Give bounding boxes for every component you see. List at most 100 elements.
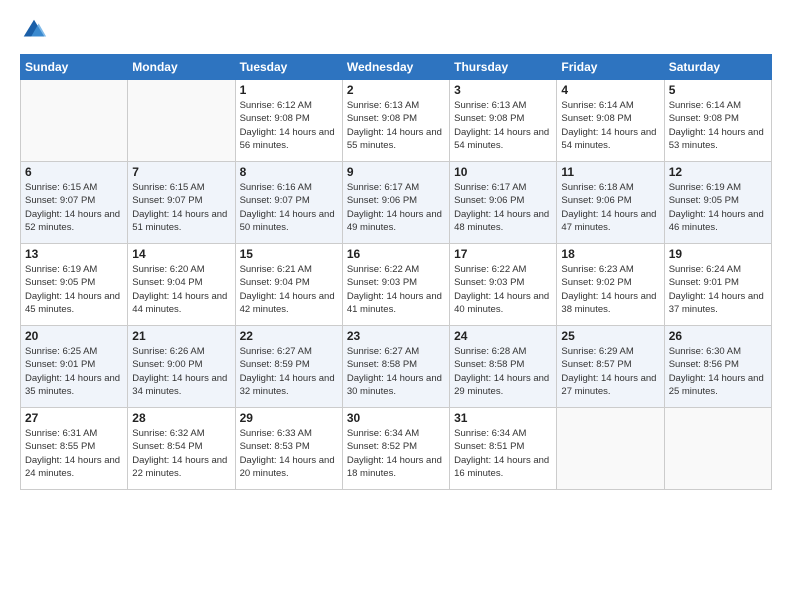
day-info: Sunrise: 6:32 AM Sunset: 8:54 PM Dayligh… — [132, 427, 230, 480]
week-row-1: 1 Sunrise: 6:12 AM Sunset: 9:08 PM Daylig… — [21, 80, 772, 162]
calendar-cell: 2 Sunrise: 6:13 AM Sunset: 9:08 PM Daylig… — [342, 80, 449, 162]
day-info: Sunrise: 6:23 AM Sunset: 9:02 PM Dayligh… — [561, 263, 659, 316]
day-number: 20 — [25, 329, 123, 343]
day-number: 18 — [561, 247, 659, 261]
day-info: Sunrise: 6:27 AM Sunset: 8:59 PM Dayligh… — [240, 345, 338, 398]
calendar-cell: 25 Sunrise: 6:29 AM Sunset: 8:57 PM Dayli… — [557, 326, 664, 408]
calendar-cell: 13 Sunrise: 6:19 AM Sunset: 9:05 PM Dayli… — [21, 244, 128, 326]
day-info: Sunrise: 6:34 AM Sunset: 8:51 PM Dayligh… — [454, 427, 552, 480]
day-number: 24 — [454, 329, 552, 343]
calendar-cell: 15Sunrise: 6:21 AM Sunset: 9:04 PM Dayli… — [235, 244, 342, 326]
day-number: 6 — [25, 165, 123, 179]
day-info: Sunrise: 6:14 AM Sunset: 9:08 PM Dayligh… — [561, 99, 659, 152]
header — [20, 16, 772, 44]
day-info: Sunrise: 6:16 AM Sunset: 9:07 PM Dayligh… — [240, 181, 338, 234]
day-number: 7 — [132, 165, 230, 179]
calendar-cell: 28 Sunrise: 6:32 AM Sunset: 8:54 PM Dayli… — [128, 408, 235, 490]
day-number: 4 — [561, 83, 659, 97]
calendar-cell: 8 Sunrise: 6:16 AM Sunset: 9:07 PM Daylig… — [235, 162, 342, 244]
day-info: Sunrise: 6:20 AM Sunset: 9:04 PM Dayligh… — [132, 263, 230, 316]
day-info: Sunrise: 6:28 AM Sunset: 8:58 PM Dayligh… — [454, 345, 552, 398]
day-number: 11 — [561, 165, 659, 179]
calendar-cell: 7 Sunrise: 6:15 AM Sunset: 9:07 PM Daylig… — [128, 162, 235, 244]
calendar-cell: 27 Sunrise: 6:31 AM Sunset: 8:55 PM Dayli… — [21, 408, 128, 490]
calendar-cell: 9Sunrise: 6:17 AM Sunset: 9:06 PM Daylig… — [342, 162, 449, 244]
day-info: Sunrise: 6:19 AM Sunset: 9:05 PM Dayligh… — [669, 181, 767, 234]
calendar-cell: 22 Sunrise: 6:27 AM Sunset: 8:59 PM Dayli… — [235, 326, 342, 408]
day-number: 16 — [347, 247, 445, 261]
day-number: 13 — [25, 247, 123, 261]
day-info: Sunrise: 6:25 AM Sunset: 9:01 PM Dayligh… — [25, 345, 123, 398]
calendar-cell — [21, 80, 128, 162]
day-number: 29 — [240, 411, 338, 425]
calendar-cell: 16 Sunrise: 6:22 AM Sunset: 9:03 PM Dayli… — [342, 244, 449, 326]
day-info: Sunrise: 6:27 AM Sunset: 8:58 PM Dayligh… — [347, 345, 445, 398]
calendar-cell: 26Sunrise: 6:30 AM Sunset: 8:56 PM Dayli… — [664, 326, 771, 408]
day-number: 15 — [240, 247, 338, 261]
day-info: Sunrise: 6:13 AM Sunset: 9:08 PM Dayligh… — [347, 99, 445, 152]
day-number: 2 — [347, 83, 445, 97]
calendar-cell: 19Sunrise: 6:24 AM Sunset: 9:01 PM Dayli… — [664, 244, 771, 326]
calendar-cell: 12 Sunrise: 6:19 AM Sunset: 9:05 PM Dayli… — [664, 162, 771, 244]
calendar-cell: 29Sunrise: 6:33 AM Sunset: 8:53 PM Dayli… — [235, 408, 342, 490]
day-number: 17 — [454, 247, 552, 261]
calendar-cell: 30 Sunrise: 6:34 AM Sunset: 8:52 PM Dayli… — [342, 408, 449, 490]
weekday-header-saturday: Saturday — [664, 55, 771, 80]
calendar-cell: 31Sunrise: 6:34 AM Sunset: 8:51 PM Dayli… — [450, 408, 557, 490]
day-info: Sunrise: 6:31 AM Sunset: 8:55 PM Dayligh… — [25, 427, 123, 480]
calendar-cell: 23 Sunrise: 6:27 AM Sunset: 8:58 PM Dayli… — [342, 326, 449, 408]
day-info: Sunrise: 6:30 AM Sunset: 8:56 PM Dayligh… — [669, 345, 767, 398]
calendar-cell: 1 Sunrise: 6:12 AM Sunset: 9:08 PM Daylig… — [235, 80, 342, 162]
weekday-header-wednesday: Wednesday — [342, 55, 449, 80]
calendar-cell: 18 Sunrise: 6:23 AM Sunset: 9:02 PM Dayli… — [557, 244, 664, 326]
week-row-5: 27 Sunrise: 6:31 AM Sunset: 8:55 PM Dayli… — [21, 408, 772, 490]
day-info: Sunrise: 6:26 AM Sunset: 9:00 PM Dayligh… — [132, 345, 230, 398]
day-number: 22 — [240, 329, 338, 343]
day-number: 1 — [240, 83, 338, 97]
day-number: 27 — [25, 411, 123, 425]
calendar-cell: 17 Sunrise: 6:22 AM Sunset: 9:03 PM Dayli… — [450, 244, 557, 326]
calendar-cell: 14 Sunrise: 6:20 AM Sunset: 9:04 PM Dayli… — [128, 244, 235, 326]
calendar: SundayMondayTuesdayWednesdayThursdayFrid… — [20, 54, 772, 490]
day-info: Sunrise: 6:15 AM Sunset: 9:07 PM Dayligh… — [25, 181, 123, 234]
weekday-header-thursday: Thursday — [450, 55, 557, 80]
calendar-cell: 10Sunrise: 6:17 AM Sunset: 9:06 PM Dayli… — [450, 162, 557, 244]
weekday-header-monday: Monday — [128, 55, 235, 80]
day-info: Sunrise: 6:29 AM Sunset: 8:57 PM Dayligh… — [561, 345, 659, 398]
calendar-cell: 24 Sunrise: 6:28 AM Sunset: 8:58 PM Dayli… — [450, 326, 557, 408]
calendar-cell: 11 Sunrise: 6:18 AM Sunset: 9:06 PM Dayli… — [557, 162, 664, 244]
week-row-4: 20 Sunrise: 6:25 AM Sunset: 9:01 PM Dayli… — [21, 326, 772, 408]
day-info: Sunrise: 6:17 AM Sunset: 9:06 PM Dayligh… — [347, 181, 445, 234]
day-number: 30 — [347, 411, 445, 425]
calendar-cell — [664, 408, 771, 490]
day-info: Sunrise: 6:13 AM Sunset: 9:08 PM Dayligh… — [454, 99, 552, 152]
day-info: Sunrise: 6:15 AM Sunset: 9:07 PM Dayligh… — [132, 181, 230, 234]
calendar-cell: 21 Sunrise: 6:26 AM Sunset: 9:00 PM Dayli… — [128, 326, 235, 408]
day-number: 28 — [132, 411, 230, 425]
calendar-cell — [128, 80, 235, 162]
week-row-2: 6 Sunrise: 6:15 AM Sunset: 9:07 PM Daylig… — [21, 162, 772, 244]
calendar-cell: 20 Sunrise: 6:25 AM Sunset: 9:01 PM Dayli… — [21, 326, 128, 408]
day-info: Sunrise: 6:22 AM Sunset: 9:03 PM Dayligh… — [454, 263, 552, 316]
day-number: 21 — [132, 329, 230, 343]
weekday-header-sunday: Sunday — [21, 55, 128, 80]
day-info: Sunrise: 6:22 AM Sunset: 9:03 PM Dayligh… — [347, 263, 445, 316]
day-info: Sunrise: 6:18 AM Sunset: 9:06 PM Dayligh… — [561, 181, 659, 234]
day-info: Sunrise: 6:34 AM Sunset: 8:52 PM Dayligh… — [347, 427, 445, 480]
day-number: 8 — [240, 165, 338, 179]
day-number: 12 — [669, 165, 767, 179]
day-info: Sunrise: 6:12 AM Sunset: 9:08 PM Dayligh… — [240, 99, 338, 152]
calendar-cell: 6 Sunrise: 6:15 AM Sunset: 9:07 PM Daylig… — [21, 162, 128, 244]
logo — [20, 16, 52, 44]
day-number: 10 — [454, 165, 552, 179]
day-number: 3 — [454, 83, 552, 97]
day-number: 23 — [347, 329, 445, 343]
calendar-cell: 4 Sunrise: 6:14 AM Sunset: 9:08 PM Daylig… — [557, 80, 664, 162]
day-number: 19 — [669, 247, 767, 261]
weekday-header-row: SundayMondayTuesdayWednesdayThursdayFrid… — [21, 55, 772, 80]
calendar-cell — [557, 408, 664, 490]
day-number: 25 — [561, 329, 659, 343]
weekday-header-friday: Friday — [557, 55, 664, 80]
day-number: 14 — [132, 247, 230, 261]
day-info: Sunrise: 6:19 AM Sunset: 9:05 PM Dayligh… — [25, 263, 123, 316]
